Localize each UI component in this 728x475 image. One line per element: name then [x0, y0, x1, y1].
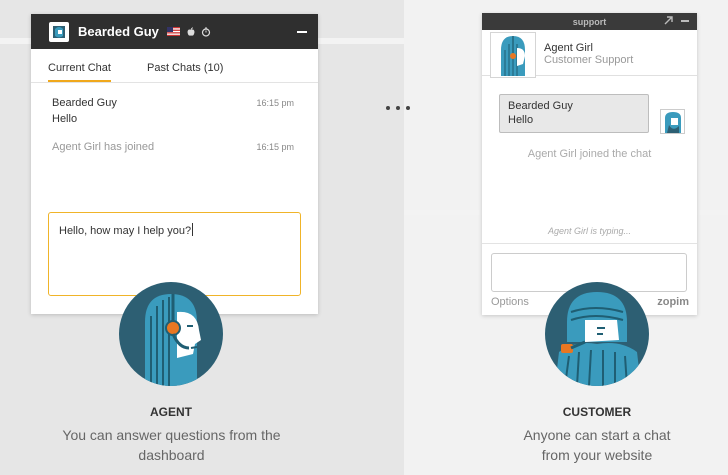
customer-chat-widget: support Agent Girl Customer Support Bear…: [482, 13, 697, 315]
tab-current-chat[interactable]: Current Chat: [48, 62, 111, 82]
timer-icon: [201, 26, 211, 37]
agent-title: AGENT: [150, 405, 192, 419]
ellipsis-connector: [386, 106, 410, 110]
message: Bearded Guy Hello 16:15 pm: [52, 95, 298, 127]
description-line: You can answer questions from the: [62, 427, 281, 443]
minus-icon: [297, 30, 307, 33]
bearded-guy-pipe-icon: [555, 292, 641, 386]
agent-role: Customer Support: [544, 53, 634, 66]
agent-girl-icon: [501, 35, 525, 76]
widget-title-bar: support: [482, 13, 697, 30]
customer-illustration: [545, 282, 649, 386]
minimize-widget-icon[interactable]: [681, 19, 689, 22]
chat-tabs: Current Chat Past Chats (10): [31, 49, 318, 83]
minimize-button[interactable]: [296, 25, 308, 39]
join-notice: Agent Girl joined the chat: [527, 148, 652, 160]
visitor-message-bubble: Bearded Guy Hello: [499, 94, 649, 133]
divider: [482, 243, 697, 244]
customer-title: CUSTOMER: [562, 405, 632, 419]
agent-illustration: [119, 282, 223, 386]
bearded-guy-icon: [53, 25, 65, 38]
apple-icon: [187, 26, 195, 36]
us-flag-icon: [166, 27, 180, 36]
text-caret: [192, 223, 194, 236]
message-time: 16:15 pm: [256, 98, 294, 108]
agent-chat-window: Bearded Guy Current Chat Past Chats (10)…: [31, 14, 318, 314]
customer-description: Anyone can start a chat from your websit…: [467, 425, 727, 465]
popout-icon[interactable]: [664, 16, 673, 25]
agent-headset-icon: [145, 294, 201, 386]
widget-title: support: [572, 16, 607, 27]
description-line: from your website: [541, 447, 653, 463]
system-message: Agent Girl has joined 16:15 pm: [52, 139, 298, 155]
typing-indicator: Agent Girl is typing...: [547, 226, 632, 236]
agent-name: Agent Girl: [544, 41, 593, 54]
bubble-sender: Bearded Guy: [508, 100, 573, 112]
message-list: Bearded Guy Hello 16:15 pm Agent Girl ha…: [31, 83, 318, 155]
message-time: 16:15 pm: [256, 142, 294, 152]
tab-past-chats[interactable]: Past Chats (10): [147, 62, 223, 82]
message-text: Hello: [52, 113, 78, 125]
agent-chat-header: Bearded Guy: [31, 14, 318, 49]
visitor-avatar: [49, 21, 69, 42]
zopim-logo: zopim: [657, 296, 689, 308]
visitor-avatar-small: [660, 109, 685, 134]
options-link[interactable]: Options: [491, 296, 529, 308]
reply-text: Hello, how may I help you?: [59, 225, 192, 237]
agent-description: You can answer questions from the dashbo…: [24, 425, 319, 465]
visitor-name: Bearded Guy: [78, 24, 159, 39]
agent-avatar: [490, 31, 536, 78]
description-line: dashboard: [138, 447, 205, 463]
agent-info: Agent Girl Customer Support: [482, 30, 697, 78]
bearded-guy-icon: [665, 112, 681, 133]
bubble-text: Hello: [508, 114, 534, 126]
description-line: Anyone can start a chat: [523, 427, 671, 443]
